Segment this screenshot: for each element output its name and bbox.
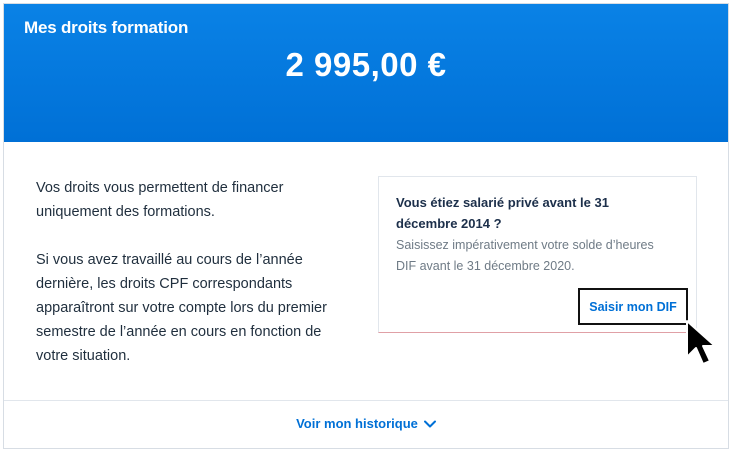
rights-amount: 2 995,00 € <box>285 46 447 83</box>
training-rights-card: Mes droits formation 2 995,00 € Vos droi… <box>3 3 729 449</box>
header-title: Mes droits formation <box>24 18 189 37</box>
cursor-arrow-icon <box>686 320 716 365</box>
enter-dif-button[interactable]: Saisir mon DIF <box>578 288 688 325</box>
chevron-down-icon <box>423 420 436 427</box>
rights-info: Vos droits vous permettent de financer u… <box>36 176 346 392</box>
info-paragraph-1: Vos droits vous permettent de financer u… <box>36 180 284 220</box>
dif-card: Vous étiez salarié privé avant le 31 déc… <box>378 176 697 333</box>
rights-header: Mes droits formation 2 995,00 € <box>4 4 728 142</box>
view-history-link[interactable]: Voir mon historique <box>4 416 728 431</box>
view-history-label: Voir mon historique <box>296 416 418 431</box>
info-paragraph-2: Si vous avez travaillé au cours de l’ann… <box>36 252 327 364</box>
dif-card-description: Saisissez impérativement votre solde d’h… <box>396 238 654 273</box>
dif-card-title: Vous étiez salarié privé avant le 31 déc… <box>396 195 609 231</box>
footer-divider <box>4 400 728 401</box>
